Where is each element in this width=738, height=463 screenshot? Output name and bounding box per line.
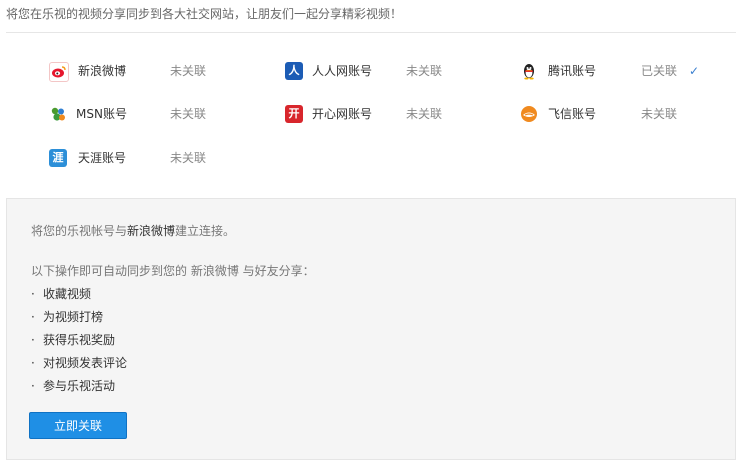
intro-text: 将您在乐视的视频分享同步到各大社交网站，让朋友们一起分享精彩视频！ bbox=[6, 7, 403, 21]
connect-prefix: 将您的乐视帐号与 bbox=[31, 224, 128, 238]
list-item-label: 收藏视频 bbox=[43, 287, 92, 301]
list-item: · 获得乐视奖励 bbox=[31, 329, 127, 352]
tianya-icon: 涯 bbox=[49, 149, 67, 167]
bullet: · bbox=[31, 287, 35, 301]
divider bbox=[6, 32, 736, 33]
account-name: 飞信账号 bbox=[548, 107, 597, 121]
link-info-panel: 将您的乐视帐号与新浪微博建立连接。 以下操作即可自动同步到您的 新浪微博 与好友… bbox=[6, 198, 736, 460]
account-name: 新浪微博 bbox=[78, 64, 127, 78]
renren-icon: 人 bbox=[285, 62, 303, 80]
bullet: · bbox=[31, 333, 35, 347]
list-item: · 收藏视频 bbox=[31, 283, 127, 306]
list-item-label: 为视频打榜 bbox=[43, 310, 104, 324]
account-kaixin[interactable]: 开 开心网账号 未关联 bbox=[285, 103, 485, 125]
msn-icon bbox=[49, 105, 67, 123]
account-status: 未关联 bbox=[170, 64, 207, 78]
list-item: · 为视频打榜 bbox=[31, 306, 127, 329]
account-status: 已关联 bbox=[641, 64, 678, 78]
linked-check-icon: ✓ bbox=[689, 64, 700, 78]
qq-penguin-icon bbox=[520, 62, 538, 80]
connect-target: 新浪微博 bbox=[127, 224, 176, 238]
bullet: · bbox=[31, 310, 35, 324]
account-status: 未关联 bbox=[170, 151, 207, 165]
list-item: · 对视频发表评论 bbox=[31, 352, 127, 375]
account-status: 未关联 bbox=[406, 107, 443, 121]
feature-list: · 收藏视频 · 为视频打榜 · 获得乐视奖励 · 对视频发表评论 · 参与乐视活动 bbox=[31, 283, 127, 398]
account-name: 开心网账号 bbox=[312, 107, 373, 121]
link-now-button[interactable]: 立即关联 bbox=[29, 412, 127, 439]
account-name: 腾讯账号 bbox=[548, 64, 597, 78]
sina-weibo-icon bbox=[49, 62, 69, 82]
account-status: 未关联 bbox=[406, 64, 443, 78]
list-item-label: 对视频发表评论 bbox=[43, 356, 128, 370]
account-status: 未关联 bbox=[170, 107, 207, 121]
list-item-label: 参与乐视活动 bbox=[43, 379, 116, 393]
account-tianya[interactable]: 涯 天涯账号 未关联 bbox=[49, 147, 249, 169]
connect-suffix: 建立连接。 bbox=[175, 224, 236, 238]
account-name: 天涯账号 bbox=[78, 151, 127, 165]
account-name: 人人网账号 bbox=[312, 64, 373, 78]
account-name: MSN账号 bbox=[76, 107, 127, 121]
account-tencent[interactable]: 腾讯账号 已关联 ✓ bbox=[520, 60, 720, 82]
bullet: · bbox=[31, 379, 35, 393]
account-status: 未关联 bbox=[641, 107, 678, 121]
list-item: · 参与乐视活动 bbox=[31, 375, 127, 398]
account-fetion[interactable]: 飞信账号 未关联 bbox=[520, 103, 720, 125]
fetion-icon bbox=[520, 105, 538, 123]
account-sina-weibo[interactable]: 新浪微博 未关联 bbox=[49, 60, 249, 82]
list-item-label: 获得乐视奖励 bbox=[43, 333, 116, 347]
bullet: · bbox=[31, 356, 35, 370]
connect-description: 将您的乐视帐号与新浪微博建立连接。 bbox=[31, 222, 235, 239]
sync-description: 以下操作即可自动同步到您的 新浪微博 与好友分享： bbox=[31, 264, 315, 278]
kaixin-icon: 开 bbox=[285, 105, 303, 123]
account-msn[interactable]: MSN账号 未关联 bbox=[49, 103, 249, 125]
account-renren[interactable]: 人 人人网账号 未关联 bbox=[285, 60, 485, 82]
